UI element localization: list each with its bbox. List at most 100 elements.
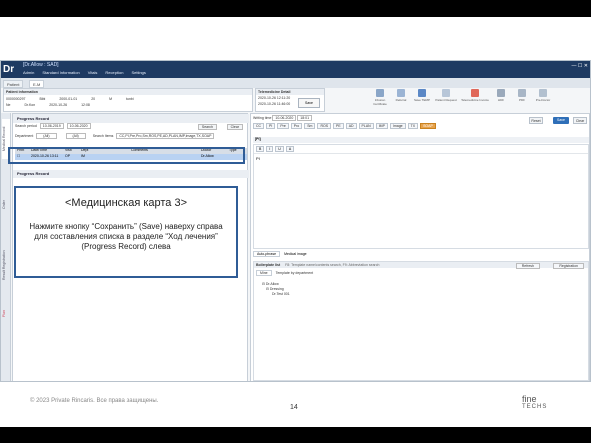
department-label: Department — [15, 134, 34, 138]
tab-patient[interactable]: Patient — [3, 80, 24, 88]
search-items-input[interactable]: CC,PI,Pre,Pro,Sm,ROS,PE,AD,PLAN,IMP,Imag… — [116, 133, 215, 139]
title-bar: Dr [Dr.Allow : SAD] Admin Standard Infor… — [1, 61, 590, 78]
reset-button[interactable]: Reset — [529, 117, 543, 124]
boilerplate-hint: F8: Template name/contents search, F9: A… — [285, 263, 380, 267]
main-menu: Admin Standard Information Vitals Recept… — [23, 70, 146, 75]
referral-icon — [397, 89, 405, 97]
hdf-icon — [497, 89, 505, 97]
subtab-mine[interactable]: Mine — [256, 270, 272, 276]
toolbar-icons: Infusion Certificate Referral Save TEMP … — [371, 88, 589, 112]
tab-tx[interactable]: TX — [407, 123, 419, 129]
date-to-input[interactable]: 10-06-2020 — [66, 123, 91, 129]
italic-button[interactable]: I — [266, 146, 274, 152]
brand-logo: fine TECHS — [522, 394, 548, 411]
refresh-button[interactable]: Refresh — [515, 263, 540, 269]
tab-pe[interactable]: PE — [333, 123, 344, 129]
editor-clear-button[interactable]: Clear — [573, 117, 587, 124]
tab-plan[interactable]: PLAN — [358, 123, 374, 129]
sidebar-tab-plan[interactable]: Plan — [2, 303, 10, 323]
date-from-input[interactable]: 10-06-2019 — [39, 123, 64, 129]
instruction-callout: <Медицинская карта 3> Нажмите кнопку “Со… — [14, 186, 238, 278]
menu-item-reception[interactable]: Reception — [105, 70, 123, 75]
writing-time-date[interactable]: 10-06-2020 — [272, 115, 297, 121]
save-temp-button[interactable]: Save TEMP — [413, 88, 431, 110]
boilerplate-tree: ⊟ Dr.Allow ⊟ Dressing Dr.Test 001 — [262, 282, 290, 297]
bold-button[interactable]: B — [256, 146, 265, 152]
doctor-select[interactable]: (All) — [65, 133, 86, 139]
callout-body: Нажмите кнопку “Сохранить” (Save) наверх… — [29, 222, 223, 251]
top-letterbox — [0, 0, 591, 17]
color-button[interactable]: A — [285, 146, 295, 152]
tab-pre[interactable]: Pre — [277, 123, 289, 129]
save-icon — [418, 89, 426, 97]
save-button[interactable]: Save — [553, 117, 569, 124]
underline-button[interactable]: U — [275, 146, 284, 152]
tab-strip: Patient E-M — [1, 78, 590, 88]
search-items-label: Search Items — [92, 134, 114, 138]
pi-section-label: [PI] — [253, 137, 589, 143]
patient-sex: M — [109, 97, 113, 101]
tab-medical-image[interactable]: Medical image — [281, 252, 310, 256]
pi-text-editor[interactable]: B I U A PI — [253, 144, 589, 249]
patient-visit-time: 12:08 — [81, 103, 90, 107]
tab-pro[interactable]: Pro — [290, 123, 303, 129]
department-select[interactable]: (All) — [36, 133, 57, 139]
editor-toolbar: Writing time 10-06-2020 18:01 CC PI Pre … — [253, 115, 589, 136]
tab-image[interactable]: Image — [389, 123, 406, 129]
search-row: Search period 10-06-2019 10-06-2020 Sear… — [15, 123, 247, 131]
invoice-icon — [471, 89, 479, 97]
writing-time-hour[interactable]: 18:01 — [297, 115, 313, 121]
patient-info-panel: Patient information 0000000297 Bibi 2000… — [3, 88, 253, 112]
tab-cc[interactable]: CC — [253, 123, 265, 129]
patient-name: Bibi — [39, 97, 46, 101]
certificate-icon — [376, 89, 384, 97]
lower-tabs: Auto-phrase Medical image — [253, 251, 589, 260]
search-button[interactable]: Search — [197, 124, 217, 130]
progress-record-header: Progress Record — [13, 114, 249, 123]
menu-item-standard-information[interactable]: Standard Information — [42, 70, 79, 75]
tab-sm[interactable]: Sm — [304, 123, 316, 129]
telemedicine-invoice-button[interactable]: Telemedicine Invoice — [461, 88, 489, 110]
pre-doctor-button[interactable]: Pre-Doctor — [534, 88, 552, 110]
tab-ad[interactable]: AD — [345, 123, 357, 129]
pi-text-content: PI — [256, 156, 260, 161]
request-icon — [442, 89, 450, 97]
boilerplate-panel: Boilerplate list F8: Template name/conte… — [253, 261, 589, 381]
tab-imp[interactable]: IMP — [375, 123, 388, 129]
patient-request-button[interactable]: Patient Request — [434, 88, 458, 110]
tab-soap[interactable]: SOAP — [420, 123, 436, 129]
menu-item-vitals[interactable]: Vitals — [88, 70, 98, 75]
infusion-certificate-button[interactable]: Infusion Certificate — [371, 88, 389, 110]
tab-pi[interactable]: PI — [266, 123, 276, 129]
bottom-letterbox — [0, 427, 591, 443]
patient-insurance: tunbi — [126, 97, 134, 101]
tab-ros[interactable]: ROS — [317, 123, 332, 129]
boilerplate-label: Boilerplate list — [256, 263, 281, 267]
text-format-toolbar: B I U A — [254, 145, 588, 154]
callout-title: <Медицинская карта 3> — [64, 197, 188, 209]
app-logo: Dr — [3, 64, 15, 75]
doctor-icon — [539, 89, 547, 97]
pdf-icon — [518, 89, 526, 97]
sidebar-tab-result-registration[interactable]: Result Registration — [2, 243, 10, 287]
window-controls[interactable]: — ☐ ✕ — [572, 63, 588, 69]
sidebar-tab-order[interactable]: Order — [2, 193, 10, 217]
page-number: 14 — [290, 404, 298, 411]
tree-item[interactable]: Dr.Test 001 — [262, 292, 290, 297]
menu-item-settings[interactable]: Settings — [131, 70, 145, 75]
hdf-button[interactable]: HDF — [492, 88, 510, 110]
menu-item-admin[interactable]: Admin — [23, 70, 34, 75]
referral-button[interactable]: Referral — [392, 88, 410, 110]
telemedicine-save-button[interactable]: Save — [298, 98, 320, 108]
tab-em[interactable]: E-M — [29, 80, 45, 88]
subtab-department[interactable]: Template by department — [273, 271, 317, 275]
tab-auto-phrase[interactable]: Auto-phrase — [253, 251, 281, 257]
patient-dob: 2000-01-01 — [59, 97, 78, 101]
registration-button[interactable]: Registration — [553, 263, 584, 269]
writing-time-label: Writing time — [253, 116, 272, 120]
clear-button[interactable]: Clear — [226, 124, 243, 130]
patient-visit-date: 2020-10-26 — [49, 103, 68, 107]
patient-doctor: Dr.Kon — [24, 103, 36, 107]
search-period-label: Search period — [15, 124, 37, 128]
pdf-button[interactable]: PDF — [513, 88, 531, 110]
